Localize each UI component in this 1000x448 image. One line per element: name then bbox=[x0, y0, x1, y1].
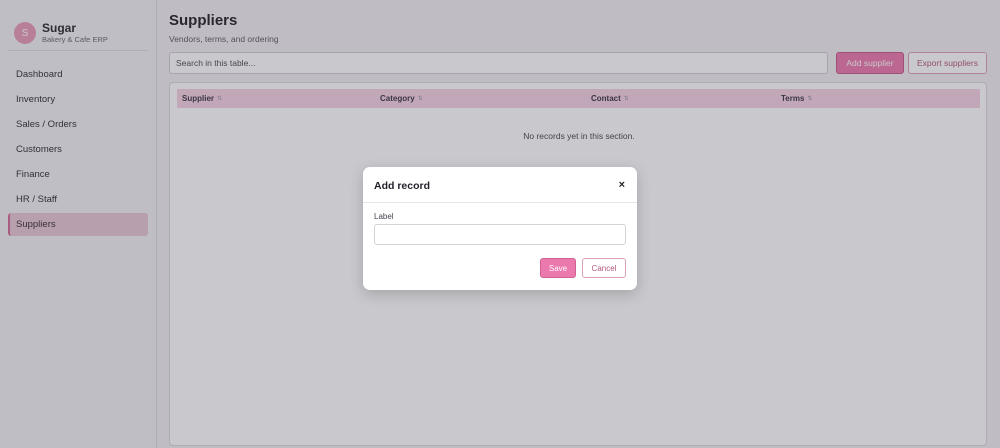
cancel-button[interactable]: Cancel bbox=[582, 258, 626, 278]
label-field-label: Label bbox=[374, 212, 394, 221]
label-field[interactable] bbox=[374, 224, 626, 245]
modal-divider bbox=[363, 202, 637, 203]
modal-title: Add record bbox=[374, 180, 431, 192]
close-icon[interactable]: × bbox=[619, 179, 625, 191]
save-button[interactable]: Save bbox=[540, 258, 576, 278]
add-record-modal: Add record × Label Save Cancel bbox=[363, 167, 637, 290]
